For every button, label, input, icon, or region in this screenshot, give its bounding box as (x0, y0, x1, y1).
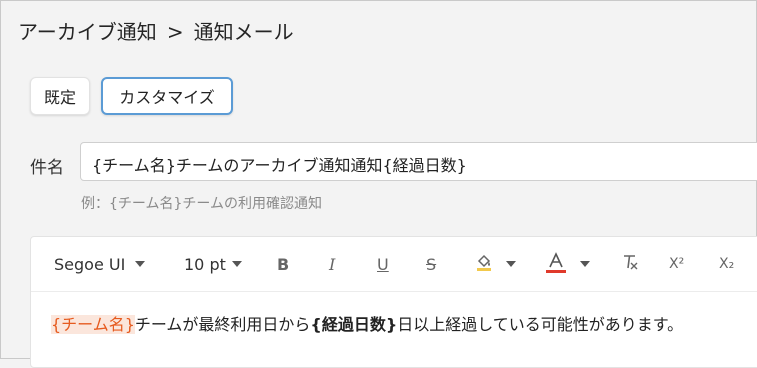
customize-button[interactable]: カスタマイズ (101, 77, 233, 115)
highlight-color-button[interactable] (474, 251, 516, 277)
font-size-dropdown[interactable]: 10 pt (184, 251, 242, 277)
chevron-down-icon (135, 261, 146, 267)
font-color-button[interactable] (544, 251, 590, 277)
default-button-label: 既定 (43, 88, 76, 107)
italic-icon: I (329, 254, 336, 274)
font-family-value: Segoe UI (54, 254, 126, 274)
bold-button[interactable]: B (277, 251, 289, 277)
default-button[interactable]: 既定 (30, 77, 90, 115)
chevron-down-icon (506, 261, 516, 267)
mail-body-text[interactable]: {チーム名}チームが最終利用日から{経過日数}日以上経過している可能性があります… (51, 311, 683, 335)
subscript-button[interactable]: X₂ (719, 251, 734, 277)
clear-format-button[interactable] (621, 251, 639, 277)
underline-icon: U (377, 254, 389, 274)
chevron-down-icon (580, 261, 590, 267)
italic-button[interactable]: I (329, 251, 335, 277)
body-text-segment: チームが最終利用日から (134, 315, 311, 334)
breadcrumb-current: 通知メール (193, 20, 294, 44)
chevron-down-icon (231, 261, 242, 267)
strikethrough-icon: S (426, 254, 437, 274)
breadcrumb-parent[interactable]: アーカイブ通知 (18, 20, 157, 44)
superscript-icon: X² (669, 256, 685, 272)
font-size-value: 10 pt (184, 254, 226, 274)
superscript-button[interactable]: X² (669, 251, 684, 277)
paint-bucket-icon (474, 252, 494, 276)
body-text-segment: 日以上経過している可能性があります。 (397, 315, 684, 334)
subject-input[interactable]: {チーム名}チームのアーカイブ通知通知{経過日数} (80, 142, 757, 181)
editor-toolbar: Segoe UI 10 pt B I U S X² X₂ (31, 237, 757, 292)
subject-label: 件名 (30, 158, 64, 178)
mail-body-editor: Segoe UI 10 pt B I U S X² X₂ {チーム名}チームが最… (30, 236, 757, 368)
bold-icon: B (277, 254, 290, 274)
subject-value: {チーム名}チームのアーカイブ通知通知{経過日数} (92, 156, 467, 175)
strikethrough-button[interactable]: S (426, 251, 436, 277)
team-name-variable: {チーム名} (51, 315, 135, 334)
breadcrumb: アーカイブ通知 > 通知メール (18, 16, 294, 45)
font-color-icon (544, 250, 568, 278)
underline-button[interactable]: U (377, 251, 389, 277)
notification-mail-panel: アーカイブ通知 > 通知メール 既定 カスタマイズ 件名 {チーム名}チームのアーカ… (0, 0, 757, 368)
breadcrumb-separator: > (166, 20, 184, 44)
subject-hint: 例：{チーム名}チームの利用確認通知 (81, 196, 322, 212)
subscript-icon: X₂ (719, 256, 735, 272)
font-family-dropdown[interactable]: Segoe UI (54, 251, 146, 277)
customize-button-label: カスタマイズ (119, 88, 215, 107)
elapsed-days-variable: {経過日数} (310, 315, 398, 334)
clear-format-icon (621, 253, 639, 275)
